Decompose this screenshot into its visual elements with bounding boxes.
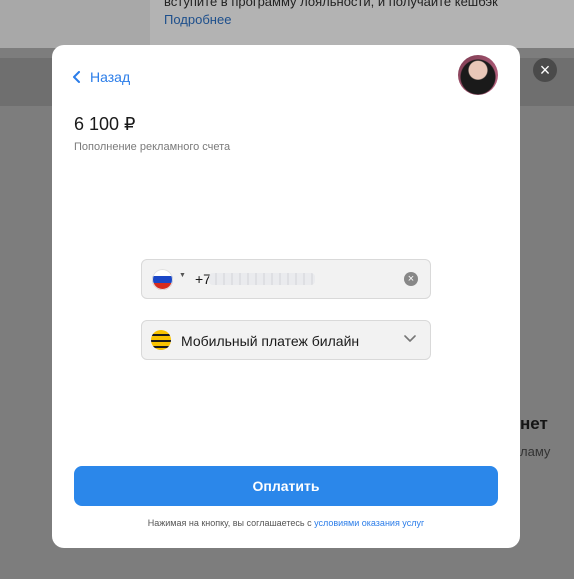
chevron-left-icon [73, 71, 80, 83]
background-more-link: Подробнее [164, 12, 232, 27]
close-button[interactable]: × [533, 58, 557, 82]
payment-method-label: Мобильный платеж билайн [181, 333, 360, 349]
clear-icon[interactable]: × [404, 272, 418, 286]
avatar[interactable] [458, 55, 498, 95]
payment-method-select[interactable]: Мобильный платеж билайн [141, 320, 431, 360]
payment-amount: 6 100 ₽ [74, 114, 136, 134]
back-button[interactable]: Назад [72, 69, 130, 85]
background-loyalty-text: вступите в программу лояльности, и получ… [164, 0, 498, 9]
pay-button[interactable]: Оплатить [74, 466, 498, 506]
agreement-text: Нажимая на кнопку, вы соглашаетесь с усл… [52, 518, 520, 528]
close-icon: × [539, 60, 551, 80]
caret-down-icon[interactable]: ▼ [179, 272, 186, 279]
background-heading: нет [520, 414, 548, 433]
back-label: Назад [90, 69, 131, 85]
russia-flag-icon[interactable] [152, 269, 173, 290]
agreement-prefix: Нажимая на кнопку, вы соглашаетесь с [147, 518, 315, 528]
payment-modal: Назад 6 100 ₽ Пополнение рекламного счет… [52, 45, 520, 548]
terms-link[interactable]: условиями оказания услуг [314, 518, 424, 528]
payment-subtitle: Пополнение рекламного счета [74, 141, 231, 153]
beeline-logo-icon [151, 330, 171, 350]
phone-input[interactable]: ▼ +7 × [141, 259, 431, 299]
chevron-down-icon [404, 335, 416, 342]
background-text: ламу [520, 444, 551, 459]
phone-number-masked [209, 273, 315, 285]
